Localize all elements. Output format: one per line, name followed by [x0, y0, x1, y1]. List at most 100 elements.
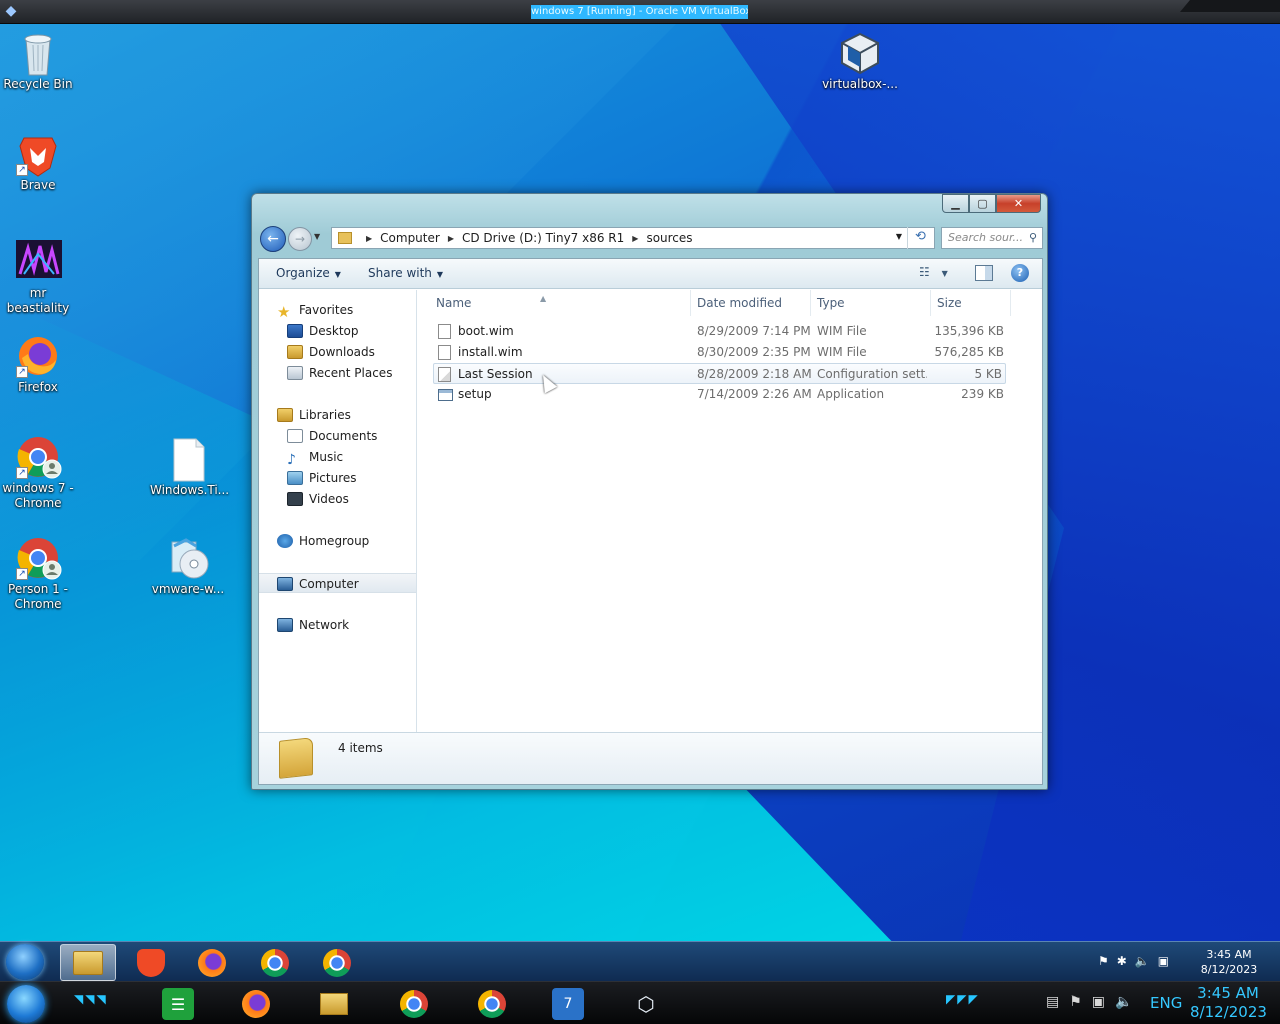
breadcrumb-cd-drive[interactable]: CD Drive (D:) Tiny7 x86 R1	[462, 231, 624, 245]
host-taskbar-firefox[interactable]	[240, 988, 272, 1020]
file-row-last-session[interactable]: Last Session 8/28/2009 2:18 AM Configura…	[433, 363, 1006, 384]
taskbar-clock[interactable]: 3:45 AM 8/12/2023	[1196, 947, 1262, 977]
navigation-bar: ← → ▼ ▶ Computer ▶ CD Drive (D:) Tiny7 x…	[258, 226, 1043, 252]
nav-computer[interactable]: Computer	[259, 573, 416, 593]
nav-label: Homegroup	[299, 534, 370, 548]
maximize-button[interactable]: ▢	[969, 194, 996, 213]
chevron-down-icon: ▼	[334, 270, 341, 279]
column-header-name[interactable]: Name ▲	[418, 290, 691, 316]
firefox-icon	[242, 990, 270, 1018]
virtualbox-title-decoration	[1180, 0, 1280, 12]
nav-label: Pictures	[309, 471, 357, 485]
command-bar: Organize ▼ Share with ▼ ☷ ▼ ?	[259, 259, 1042, 289]
taskbar-firefox[interactable]	[184, 944, 240, 981]
breadcrumb-sources[interactable]: sources	[646, 231, 692, 245]
desktop-icon-mr-beastiality[interactable]: mr beastiality	[0, 240, 76, 316]
desktop-icon	[287, 324, 303, 338]
host-taskbar-virtualbox[interactable]: ⬡	[630, 988, 662, 1020]
desktop-icon-virtualbox[interactable]: virtualbox-...	[822, 31, 898, 92]
configuration-file-icon	[438, 367, 451, 382]
column-header-type[interactable]: Type	[811, 290, 931, 316]
column-size-label: Size	[937, 296, 962, 310]
file-row-boot-wim[interactable]: boot.wim 8/29/2009 7:14 PM WIM File 135,…	[434, 321, 1007, 342]
desktop-icon-windows7-chrome[interactable]: ↗ windows 7 - Chrome	[0, 435, 76, 511]
column-name-label: Name	[436, 296, 472, 310]
downloads-folder-icon	[287, 345, 303, 359]
breadcrumb-separator-icon[interactable]: ▶	[366, 234, 372, 243]
virtualbox-title-bar[interactable]: ◆ windows 7 [Running] - Oracle VM Virtua…	[0, 0, 1280, 24]
start-button[interactable]	[6, 944, 44, 980]
nav-label: Music	[309, 450, 344, 464]
taskbar-brave[interactable]	[123, 944, 179, 981]
host-taskbar-decoration: ◥◥◥	[74, 992, 108, 1006]
taskbar-chrome-profile[interactable]	[309, 944, 365, 981]
file-row-setup[interactable]: setup 7/14/2009 2:26 AM Application 239 …	[434, 384, 1007, 405]
organize-button[interactable]: Organize ▼	[276, 266, 341, 280]
file-date: 8/28/2009 2:18 AM	[697, 367, 812, 381]
desktop-icon-windows-ti[interactable]: Windows.Ti...	[150, 437, 229, 498]
taskbar-chrome[interactable]	[247, 944, 303, 981]
forward-button[interactable]: →	[288, 227, 312, 251]
host-taskbar-explorer[interactable]	[318, 988, 350, 1020]
nav-homegroup[interactable]: Homegroup	[277, 531, 434, 551]
taskbar-explorer[interactable]	[60, 944, 116, 981]
recycle-bin-icon	[16, 31, 60, 76]
preview-pane-button[interactable]	[975, 265, 993, 281]
file-date: 7/14/2009 2:26 AM	[697, 387, 812, 401]
change-view-button[interactable]: ☷ ▼	[919, 265, 959, 283]
host-start-button[interactable]	[7, 985, 45, 1023]
column-type-label: Type	[817, 296, 845, 310]
chrome-profile-icon	[478, 990, 506, 1018]
shortcut-arrow-icon: ↗	[16, 568, 28, 580]
desktop-icon-firefox[interactable]: ↗ Firefox	[0, 334, 76, 395]
address-bar[interactable]: ▶ Computer ▶ CD Drive (D:) Tiny7 x86 R1 …	[331, 227, 935, 249]
desktop-icon-recycle-bin[interactable]: Recycle Bin	[0, 31, 76, 92]
help-button[interactable]: ?	[1011, 264, 1029, 282]
breadcrumb-computer[interactable]: Computer	[380, 231, 440, 245]
chevron-down-icon: ▼	[941, 269, 948, 278]
host-clock[interactable]: 3:45 AM 8/12/2023	[1190, 984, 1267, 1022]
address-history-dropdown-icon[interactable]: ▼	[896, 232, 902, 241]
nav-favorites[interactable]: ★ Favorites	[277, 300, 434, 321]
recent-pages-dropdown-icon[interactable]: ▼	[314, 232, 320, 241]
file-size: 576,285 KB	[934, 345, 1004, 359]
host-taskbar-chrome-profile[interactable]	[476, 988, 508, 1020]
file-name: Last Session	[458, 367, 533, 381]
column-header-size[interactable]: Size	[931, 290, 1011, 316]
host-taskbar-chrome[interactable]	[398, 988, 430, 1020]
breadcrumb-separator-icon[interactable]: ▶	[632, 234, 638, 243]
nav-network[interactable]: Network	[277, 615, 434, 635]
host-taskbar-notes[interactable]: ☰	[162, 988, 194, 1020]
host-system-tray[interactable]: ▤⚑▣🔈	[1046, 994, 1142, 1010]
file-type: WIM File	[817, 345, 867, 359]
close-button[interactable]: ✕	[996, 194, 1041, 213]
host-taskbar-windows7-vm[interactable]: 7	[552, 988, 584, 1020]
minimize-button[interactable]: ▁	[942, 194, 969, 213]
installer-disc-icon	[166, 536, 210, 580]
breadcrumb-separator-icon[interactable]: ▶	[448, 234, 454, 243]
libraries-icon	[277, 408, 293, 422]
file-date: 8/29/2009 7:14 PM	[697, 324, 811, 338]
explorer-window[interactable]: ▁ ▢ ✕ ← → ▼ ▶ Computer ▶ CD Drive (D:) T…	[251, 193, 1048, 790]
nav-libraries[interactable]: Libraries	[277, 405, 434, 425]
desktop-icon-vmware[interactable]: vmware-w...	[150, 536, 226, 597]
guest-taskbar: ⚑✱🔈▣ 3:45 AM 8/12/2023	[0, 941, 1280, 981]
star-icon: ★	[277, 303, 291, 321]
item-count: 4 items	[338, 741, 383, 755]
system-tray-icons[interactable]: ⚑✱🔈▣	[1098, 954, 1177, 968]
nav-label: Documents	[309, 429, 378, 443]
brave-icon: ↗	[16, 132, 60, 177]
taskbar-date: 8/12/2023	[1200, 963, 1258, 976]
file-row-install-wim[interactable]: install.wim 8/30/2009 2:35 PM WIM File 5…	[434, 342, 1007, 363]
desktop-icon-brave[interactable]: ↗ Brave	[0, 132, 76, 193]
refresh-button[interactable]: ⟲	[907, 227, 933, 249]
desktop-icon-person1-chrome[interactable]: ↗ Person 1 - Chrome	[0, 536, 76, 612]
host-language-indicator[interactable]: ENG	[1150, 994, 1182, 1012]
search-input[interactable]: Search sour... ⚲	[941, 227, 1043, 249]
back-button[interactable]: ←	[260, 226, 286, 252]
chrome-profile-icon: ↗	[16, 435, 62, 479]
column-header-date-modified[interactable]: Date modified	[691, 290, 811, 316]
virtualbox-cube-icon	[838, 31, 882, 75]
firefox-icon: ↗	[16, 334, 60, 378]
share-with-button[interactable]: Share with ▼	[368, 266, 443, 280]
